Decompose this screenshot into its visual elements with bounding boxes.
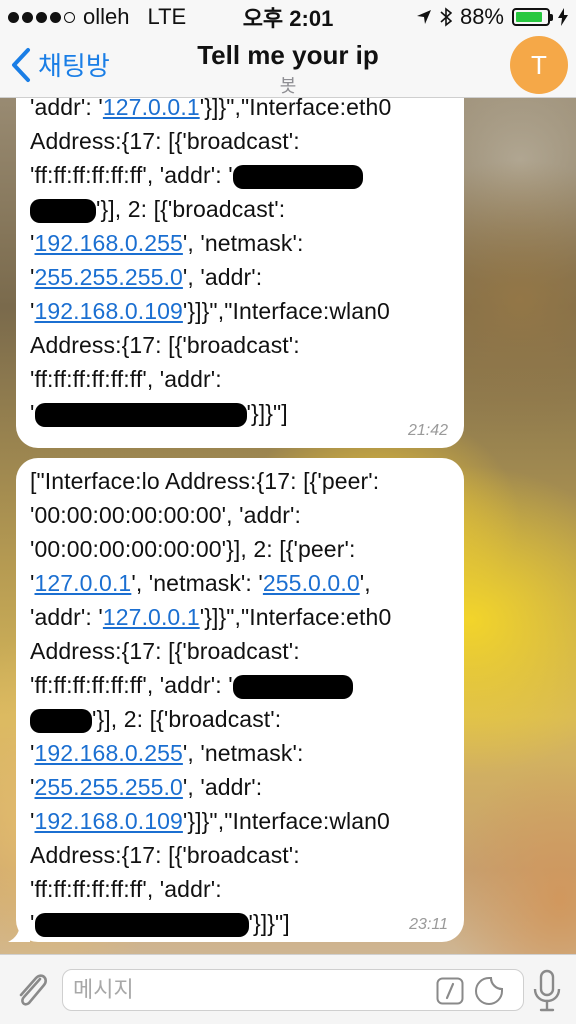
message-time: 23:11: [409, 916, 448, 933]
ip-link[interactable]: 192.168.0.109: [35, 298, 183, 324]
avatar-letter: T: [531, 49, 547, 80]
ip-link[interactable]: 192.168.0.109: [35, 808, 183, 834]
microphone-icon[interactable]: [532, 969, 562, 1013]
redaction-mark: [34, 912, 249, 937]
status-bar: olleh LTE 오후 2:01 88%: [0, 0, 576, 34]
bubble-tail: [8, 922, 30, 942]
network-type: LTE: [147, 4, 187, 29]
avatar[interactable]: T: [510, 36, 568, 94]
message-composer: [0, 954, 576, 1024]
signal-strength-icon: [8, 11, 75, 23]
message-text: 'addr': '127.0.0.1'}]}","Interface:eth0 …: [30, 98, 450, 430]
message-text: ["Interface:lo Address:{17: [{'peer': '0…: [30, 468, 392, 937]
redaction-mark: [34, 402, 247, 427]
ip-link[interactable]: 255.255.255.0: [35, 774, 183, 800]
redaction-mark: [30, 198, 96, 223]
ip-link[interactable]: 192.168.0.255: [35, 230, 183, 256]
charging-bolt-icon: [558, 8, 568, 26]
chat-title: Tell me your ip: [197, 40, 379, 70]
battery-percentage: 88%: [459, 4, 504, 29]
message-bubble[interactable]: 'addr': '127.0.0.1'}]}","Interface:eth0 …: [16, 98, 464, 448]
ip-link[interactable]: 127.0.0.1: [35, 570, 132, 596]
redaction-mark: [232, 164, 363, 189]
ip-link[interactable]: 255.0.0.0: [263, 570, 360, 596]
bluetooth-icon: [440, 7, 452, 27]
status-right: 88%: [416, 4, 568, 30]
redaction-mark: [232, 674, 353, 699]
chat-subtitle: 봇: [279, 76, 297, 96]
message-list[interactable]: 'addr': '127.0.0.1'}]}","Interface:eth0 …: [0, 98, 576, 954]
status-left: olleh LTE: [8, 4, 186, 30]
message-bubble[interactable]: ["Interface:lo Address:{17: [{'peer': '0…: [8, 458, 464, 942]
ip-link[interactable]: 192.168.0.255: [35, 740, 183, 766]
message-time: 21:42: [407, 422, 448, 439]
battery-icon: [512, 8, 553, 26]
ip-link[interactable]: 127.0.0.1: [103, 98, 200, 120]
paperclip-icon[interactable]: [12, 967, 52, 1013]
redaction-mark: [30, 708, 92, 733]
ip-link[interactable]: 127.0.0.1: [103, 604, 200, 630]
sticker-icon[interactable]: [474, 976, 504, 1006]
carrier-name: olleh: [83, 4, 130, 29]
bot-command-icon[interactable]: [436, 977, 464, 1005]
location-arrow-icon: [416, 10, 431, 24]
chat-header: 채팅방 Tell me your ip 봇 T: [0, 34, 576, 98]
ip-link[interactable]: 255.255.255.0: [35, 264, 183, 290]
